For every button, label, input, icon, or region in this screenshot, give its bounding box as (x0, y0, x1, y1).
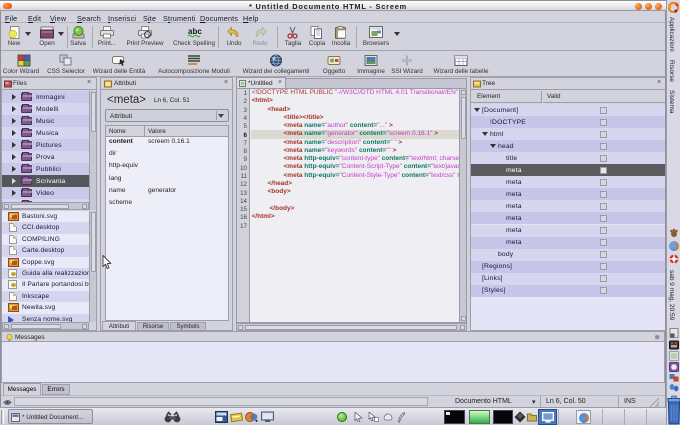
svg-text:abc: abc (188, 27, 202, 36)
